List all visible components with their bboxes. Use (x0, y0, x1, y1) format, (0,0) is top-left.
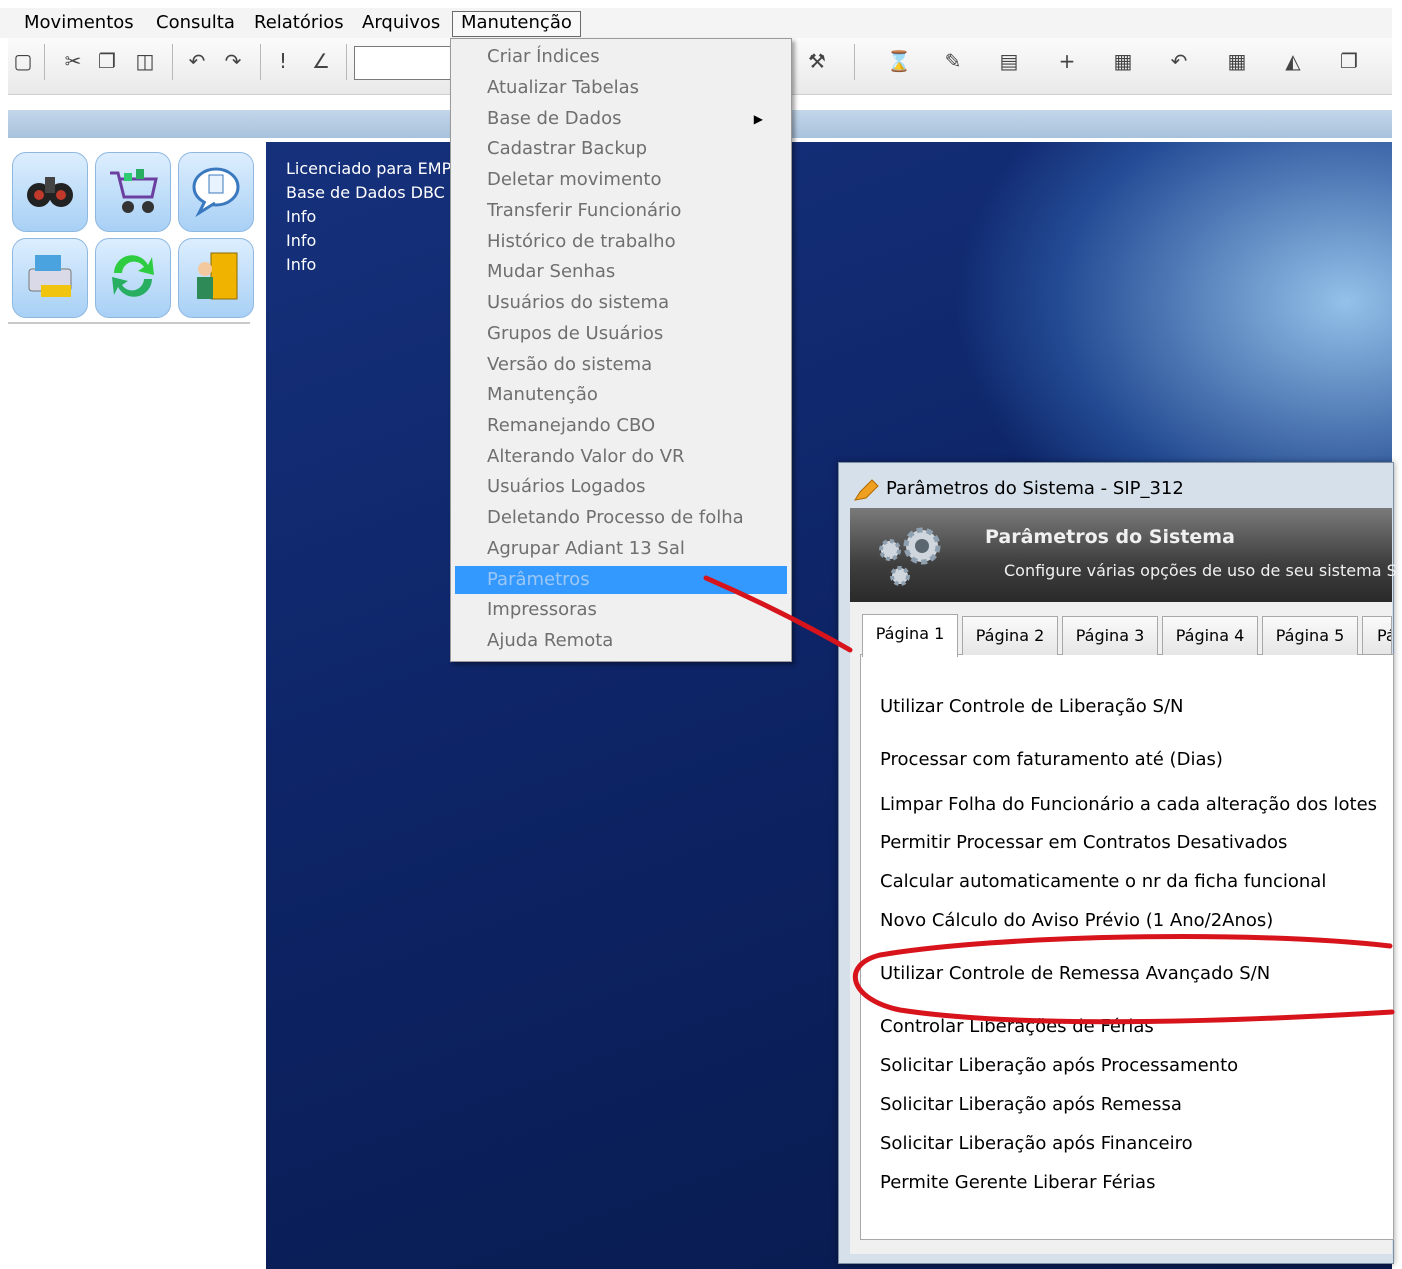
annotation-arrow (703, 575, 853, 653)
annotation-overlay (703, 575, 1395, 1025)
annotation-circle (852, 934, 1395, 1025)
